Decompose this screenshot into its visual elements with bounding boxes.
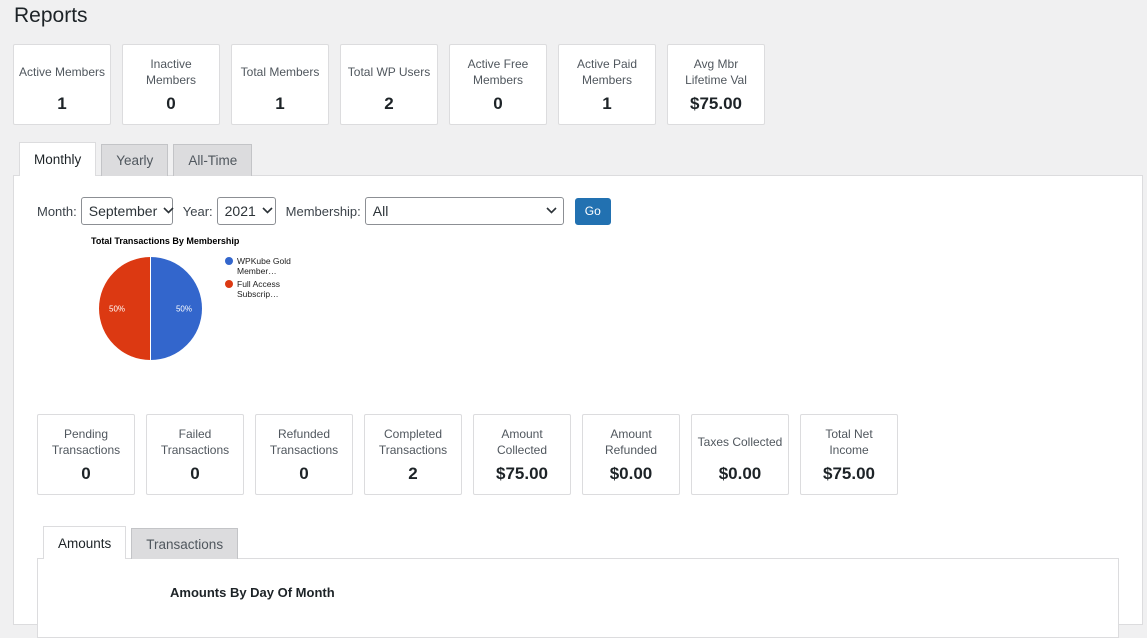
- stat-value: 0: [299, 464, 309, 483]
- month-select[interactable]: September: [80, 197, 174, 225]
- stat-label: Amount Collected: [496, 427, 548, 457]
- stat-value: $75.00: [496, 464, 548, 483]
- chart-title: Total Transactions By Membership: [91, 236, 240, 246]
- detail-tabs: Amounts Transactions: [43, 526, 243, 559]
- stat-label: Completed Transactions: [378, 427, 448, 457]
- membership-label: Membership:: [285, 203, 361, 219]
- stat-failed-transactions: Failed Transactions 0: [146, 414, 244, 495]
- stat-label: Active Paid Members: [576, 57, 638, 87]
- stat-amount-refunded: Amount Refunded $0.00: [582, 414, 680, 495]
- stat-completed-transactions: Completed Transactions 2: [364, 414, 462, 495]
- transactions-pie-chart: 50% 50%: [99, 256, 202, 361]
- stat-value: 2: [384, 94, 394, 113]
- stat-label: Amount Refunded: [604, 427, 658, 457]
- tab-transactions[interactable]: Transactions: [131, 528, 239, 559]
- stat-value: $75.00: [823, 464, 875, 483]
- stat-label: Active Free Members: [467, 57, 529, 87]
- stat-label: Refunded Transactions: [269, 427, 339, 457]
- month-value: September: [88, 203, 158, 219]
- chevron-down-icon: [546, 205, 557, 217]
- stat-value: 1: [602, 94, 612, 113]
- report-filters: Month: September Year: 2021 Membership: …: [37, 197, 611, 225]
- stat-value: 2: [408, 464, 418, 483]
- period-tabs: Monthly Yearly All-Time: [19, 142, 257, 176]
- year-label: Year:: [182, 203, 213, 219]
- go-button[interactable]: Go: [574, 197, 611, 225]
- year-value: 2021: [224, 203, 256, 219]
- stat-value: 0: [190, 464, 200, 483]
- stat-label: Failed Transactions: [160, 427, 230, 457]
- stat-refunded-transactions: Refunded Transactions 0: [255, 414, 353, 495]
- chevron-down-icon: [163, 205, 174, 217]
- stat-label: Inactive Members: [145, 57, 196, 87]
- pie-slice-label: 50%: [176, 305, 192, 314]
- stat-value: 0: [493, 94, 503, 113]
- legend-dot: [225, 280, 233, 288]
- stat-total-wp-users: Total WP Users 2: [340, 44, 438, 125]
- stat-value: $75.00: [690, 94, 742, 113]
- legend-label: WPKube Gold Member…: [237, 256, 291, 276]
- month-label: Month:: [37, 203, 77, 219]
- stat-active-members: Active Members 1: [13, 44, 111, 125]
- legend-dot: [225, 257, 233, 265]
- legend-item[interactable]: WPKube Gold Member…: [225, 256, 293, 276]
- amounts-chart-title: Amounts By Day Of Month: [170, 585, 335, 600]
- stat-label: Avg Mbr Lifetime Val: [685, 57, 747, 87]
- stat-amount-collected: Amount Collected $75.00: [473, 414, 571, 495]
- legend-label: Full Access Subscrip…: [237, 279, 280, 299]
- stat-label: Total Net Income: [825, 427, 873, 457]
- tab-amounts[interactable]: Amounts: [43, 526, 127, 559]
- stat-label: Total Members: [240, 65, 320, 79]
- transaction-stats-row: Pending Transactions 0 Failed Transactio…: [37, 414, 909, 495]
- stat-total-net-income: Total Net Income $75.00: [800, 414, 898, 495]
- stat-label: Pending Transactions: [51, 427, 121, 457]
- chart-legend: WPKube Gold Member… Full Access Subscrip…: [225, 256, 293, 302]
- pie-slice-label: 50%: [109, 305, 125, 314]
- stat-active-free-members: Active Free Members 0: [449, 44, 547, 125]
- membership-select[interactable]: All: [364, 197, 564, 225]
- tab-all-time[interactable]: All-Time: [173, 144, 253, 176]
- stat-label: Taxes Collected: [697, 435, 783, 449]
- stat-value: 1: [57, 94, 67, 113]
- stat-value: 0: [81, 464, 91, 483]
- page-title: Reports: [14, 4, 88, 27]
- stat-avg-lifetime-value: Avg Mbr Lifetime Val $75.00: [667, 44, 765, 125]
- stat-taxes-collected: Taxes Collected $0.00: [691, 414, 789, 495]
- stat-label: Active Members: [18, 65, 106, 79]
- stat-pending-transactions: Pending Transactions 0: [37, 414, 135, 495]
- legend-item[interactable]: Full Access Subscrip…: [225, 279, 293, 299]
- stat-label: Total WP Users: [347, 65, 431, 79]
- year-select[interactable]: 2021: [216, 197, 276, 225]
- membership-value: All: [372, 203, 389, 219]
- member-stats-row: Active Members 1 Inactive Members 0 Tota…: [13, 44, 776, 125]
- stat-value: $0.00: [718, 464, 762, 483]
- stat-total-members: Total Members 1: [231, 44, 329, 125]
- stat-value: 1: [275, 94, 285, 113]
- stat-active-paid-members: Active Paid Members 1: [558, 44, 656, 125]
- tab-monthly[interactable]: Monthly: [19, 142, 97, 176]
- stat-value: 0: [166, 94, 176, 113]
- stat-value: $0.00: [609, 464, 653, 483]
- chevron-down-icon: [262, 205, 273, 217]
- stat-inactive-members: Inactive Members 0: [122, 44, 220, 125]
- tab-yearly[interactable]: Yearly: [101, 144, 169, 176]
